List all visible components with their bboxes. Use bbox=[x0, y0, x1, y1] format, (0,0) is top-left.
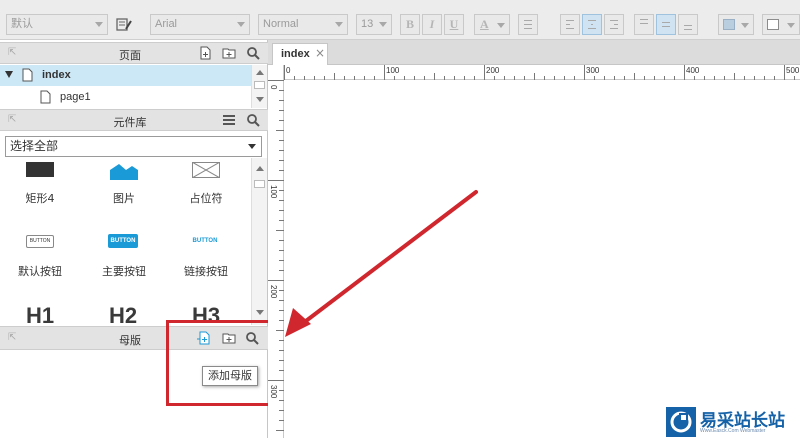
pages-panel-title: 页面 bbox=[119, 49, 141, 62]
heading2-widget-icon[interactable]: H2 bbox=[109, 303, 137, 325]
font-weight-select[interactable]: Normal bbox=[258, 14, 348, 35]
expand-triangle-icon[interactable] bbox=[5, 71, 13, 78]
tab-index[interactable]: index × bbox=[272, 43, 328, 66]
annotation-highlight-box bbox=[166, 320, 273, 406]
heading1-widget-icon[interactable]: H1 bbox=[26, 303, 54, 325]
scroll-thumb[interactable] bbox=[254, 180, 265, 188]
search-icon[interactable] bbox=[246, 46, 260, 60]
bold-button[interactable]: B bbox=[400, 14, 420, 35]
widget-label: 主要按钮 bbox=[102, 265, 146, 278]
library-scrollbar[interactable] bbox=[251, 158, 267, 325]
ruler-label: 300 bbox=[586, 66, 600, 75]
fill-swatch-icon bbox=[723, 19, 735, 30]
border-button[interactable] bbox=[762, 14, 800, 35]
design-canvas[interactable] bbox=[285, 81, 800, 438]
toolbar: 默认 Arial Normal 13 B I U A bbox=[0, 0, 800, 40]
align-left-button[interactable] bbox=[560, 14, 580, 35]
watermark-subtext: Www.Easck.Com Webmaster bbox=[700, 428, 766, 434]
close-icon[interactable]: × bbox=[315, 46, 325, 60]
placeholder-widget-icon[interactable] bbox=[191, 162, 221, 181]
bullet-list-button[interactable] bbox=[518, 14, 538, 35]
valign-bottom-button[interactable] bbox=[678, 14, 698, 35]
font-color-button[interactable]: A bbox=[474, 14, 510, 35]
valign-middle-button[interactable] bbox=[656, 14, 676, 35]
add-page-icon[interactable] bbox=[198, 46, 212, 60]
ruler-label: 0 bbox=[269, 85, 278, 90]
canvas-tab-bar: index × bbox=[268, 40, 800, 66]
add-folder-icon[interactable] bbox=[222, 46, 236, 60]
page-item-page1[interactable]: page1 bbox=[0, 86, 251, 107]
primary-button-widget-icon[interactable]: BUTTON bbox=[108, 234, 138, 248]
library-panel-header: ⇱ 元件库 bbox=[0, 109, 268, 131]
search-icon[interactable] bbox=[246, 113, 260, 127]
ruler-label: 500 bbox=[786, 66, 800, 75]
font-family-value: Arial bbox=[155, 18, 178, 30]
chevron-down-icon bbox=[95, 22, 103, 27]
align-center-button[interactable] bbox=[582, 14, 602, 35]
library-panel-title: 元件库 bbox=[113, 116, 147, 129]
widget-label: 链接按钮 bbox=[184, 265, 228, 278]
ruler-label: 0 bbox=[286, 66, 291, 75]
underline-button[interactable]: U bbox=[444, 14, 464, 35]
chevron-down-icon bbox=[787, 23, 795, 28]
watermark: 易采站长站 Www.Easck.Com Webmaster bbox=[664, 404, 800, 438]
scroll-thumb[interactable] bbox=[254, 81, 265, 89]
scroll-up-icon[interactable] bbox=[256, 166, 264, 171]
scroll-down-icon[interactable] bbox=[256, 310, 264, 315]
scroll-up-icon[interactable] bbox=[256, 70, 264, 75]
page-icon bbox=[40, 90, 51, 107]
watermark-logo-icon bbox=[666, 407, 696, 437]
ruler-label: 100 bbox=[386, 66, 400, 75]
vertical-ruler-ticks bbox=[268, 80, 284, 431]
chevron-down-icon bbox=[237, 22, 245, 27]
ruler-label: 300 bbox=[269, 385, 278, 399]
widget-grid: 矩形4 图片 占位符 BUTTON BUTTON BUTTON 默认按钮 主要按… bbox=[0, 162, 251, 325]
chevron-down-icon bbox=[741, 23, 749, 28]
horizontal-ruler: 0 100 200 300 400 500 bbox=[284, 65, 800, 80]
widget-label: 占位符 bbox=[189, 192, 223, 205]
page-item-index[interactable]: index bbox=[0, 65, 251, 86]
border-swatch-icon bbox=[767, 19, 779, 30]
format-painter-icon[interactable] bbox=[116, 17, 132, 32]
vertical-ruler: 0 100 200 300 bbox=[268, 65, 284, 438]
menu-icon[interactable] bbox=[222, 113, 236, 127]
page-item-label: index bbox=[42, 69, 71, 81]
link-button-widget-icon[interactable]: BUTTON bbox=[190, 236, 220, 246]
fill-color-button[interactable] bbox=[718, 14, 754, 35]
ruler-label: 200 bbox=[486, 66, 500, 75]
library-filter-select[interactable]: 选择全部 bbox=[5, 136, 262, 157]
style-select-value: 默认 bbox=[11, 18, 33, 30]
ruler-label: 400 bbox=[686, 66, 700, 75]
tab-label: index bbox=[281, 48, 310, 60]
page-icon bbox=[22, 68, 33, 85]
valign-top-button[interactable] bbox=[634, 14, 654, 35]
page-item-label: page1 bbox=[60, 91, 91, 103]
widget-label: 矩形4 bbox=[25, 192, 55, 205]
align-right-button[interactable] bbox=[604, 14, 624, 35]
font-weight-value: Normal bbox=[263, 18, 299, 30]
horizontal-ruler-ticks bbox=[284, 65, 795, 80]
rectangle-widget-icon[interactable] bbox=[26, 162, 54, 177]
pages-scrollbar[interactable] bbox=[251, 65, 267, 108]
widget-label: 图片 bbox=[113, 192, 135, 205]
scroll-down-icon[interactable] bbox=[256, 97, 264, 102]
pages-panel-header: ⇱ 页面 bbox=[0, 42, 268, 64]
chevron-down-icon bbox=[248, 144, 256, 149]
font-size-value: 13 bbox=[361, 18, 374, 30]
font-family-select[interactable]: Arial bbox=[150, 14, 250, 35]
widget-label: 默认按钮 bbox=[18, 265, 62, 278]
default-button-widget-icon[interactable]: BUTTON bbox=[26, 235, 54, 248]
italic-button[interactable]: I bbox=[422, 14, 442, 35]
chevron-down-icon bbox=[335, 22, 343, 27]
image-widget-icon[interactable] bbox=[110, 162, 138, 183]
ruler-label: 100 bbox=[269, 185, 278, 199]
chevron-down-icon bbox=[379, 22, 387, 27]
ruler-label: 200 bbox=[269, 285, 278, 299]
chevron-down-icon bbox=[497, 23, 505, 28]
library-filter-value: 选择全部 bbox=[10, 139, 59, 153]
font-size-select[interactable]: 13 bbox=[356, 14, 392, 35]
style-select[interactable]: 默认 bbox=[6, 14, 108, 35]
font-color-label: A bbox=[480, 17, 489, 31]
